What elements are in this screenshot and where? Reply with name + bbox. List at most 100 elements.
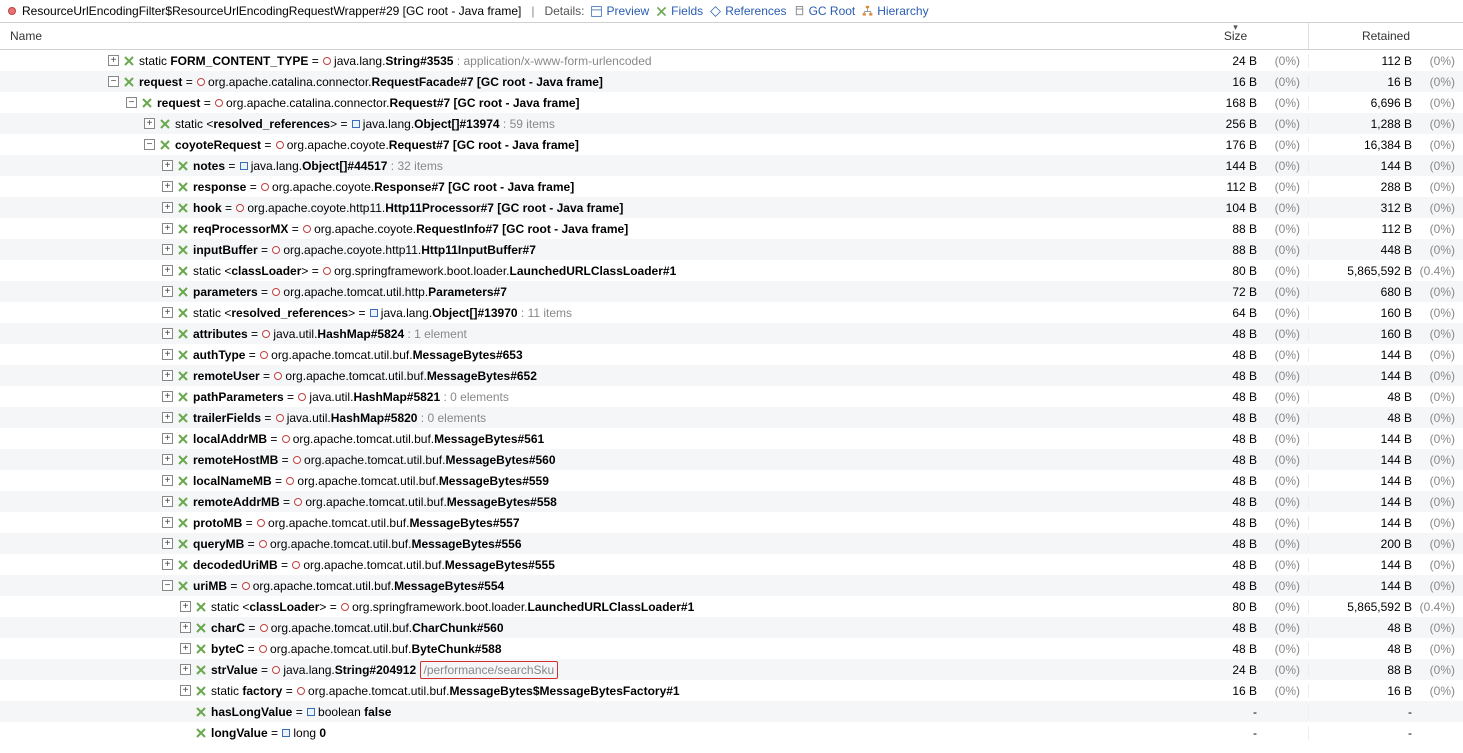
collapse-icon[interactable]: −	[162, 580, 173, 591]
tree-row[interactable]: +charC = org.apache.tomcat.util.buf.Char…	[0, 617, 1463, 638]
expand-icon[interactable]: +	[180, 664, 191, 675]
tree-row[interactable]: +parameters = org.apache.tomcat.util.htt…	[0, 281, 1463, 302]
tree-row[interactable]: +localNameMB = org.apache.tomcat.util.bu…	[0, 470, 1463, 491]
tree-row[interactable]: +queryMB = org.apache.tomcat.util.buf.Me…	[0, 533, 1463, 554]
expand-icon[interactable]: +	[162, 202, 173, 213]
tree-row[interactable]: +remoteAddrMB = org.apache.tomcat.util.b…	[0, 491, 1463, 512]
col-size[interactable]: ▾Size	[1163, 23, 1308, 49]
expand-icon[interactable]: +	[162, 160, 173, 171]
tree-row[interactable]: longValue = long 0--	[0, 722, 1463, 743]
size-value: 112 B	[1163, 180, 1263, 194]
tree-row[interactable]: +static FORM_CONTENT_TYPE = java.lang.St…	[0, 50, 1463, 71]
tree-row[interactable]: +attributes = java.util.HashMap#5824 : 1…	[0, 323, 1463, 344]
size-value: 64 B	[1163, 306, 1263, 320]
gcroot-button[interactable]: GC Root	[793, 4, 856, 18]
expand-icon[interactable]: +	[162, 328, 173, 339]
field-icon	[195, 601, 207, 613]
size-value: 48 B	[1163, 369, 1263, 383]
node-label: static <classLoader> = org.springframewo…	[211, 600, 694, 614]
size-value: 48 B	[1163, 537, 1263, 551]
tree-row[interactable]: +trailerFields = java.util.HashMap#5820 …	[0, 407, 1463, 428]
tree-row[interactable]: +pathParameters = java.util.HashMap#5821…	[0, 386, 1463, 407]
references-button[interactable]: References	[709, 4, 786, 18]
tree-row[interactable]: +notes = java.lang.Object[]#44517 : 32 i…	[0, 155, 1463, 176]
expand-icon[interactable]: +	[162, 496, 173, 507]
expand-icon[interactable]: +	[180, 601, 191, 612]
expand-icon[interactable]: +	[162, 349, 173, 360]
field-icon	[195, 664, 207, 676]
tree-row[interactable]: +static factory = org.apache.tomcat.util…	[0, 680, 1463, 701]
retained-pct: (0%)	[1418, 285, 1463, 299]
tree-row[interactable]: +localAddrMB = org.apache.tomcat.util.bu…	[0, 428, 1463, 449]
expand-icon[interactable]: +	[108, 55, 119, 66]
expand-icon[interactable]: +	[144, 118, 155, 129]
collapse-icon[interactable]: −	[144, 139, 155, 150]
size-pct: (0%)	[1263, 684, 1308, 698]
collapse-icon[interactable]: −	[126, 97, 137, 108]
retained-value: 144 B	[1308, 453, 1418, 467]
expand-icon[interactable]: +	[162, 517, 173, 528]
tree-row[interactable]: +hook = org.apache.coyote.http11.Http11P…	[0, 197, 1463, 218]
field-icon	[177, 475, 189, 487]
tree-row[interactable]: +decodedUriMB = org.apache.tomcat.util.b…	[0, 554, 1463, 575]
hierarchy-button[interactable]: Hierarchy	[861, 4, 928, 18]
tree-row[interactable]: +response = org.apache.coyote.Response#7…	[0, 176, 1463, 197]
size-value: 48 B	[1163, 558, 1263, 572]
tree-row[interactable]: − request = org.apache.catalina.connector…	[0, 71, 1463, 92]
collapse-icon[interactable]: −	[108, 76, 119, 87]
retained-pct: (0%)	[1418, 75, 1463, 89]
tree-row[interactable]: +reqProcessorMX = org.apache.coyote.Requ…	[0, 218, 1463, 239]
size-pct: (0%)	[1263, 600, 1308, 614]
tree-row[interactable]: +static <resolved_references> = java.lan…	[0, 113, 1463, 134]
expand-icon[interactable]: +	[162, 370, 173, 381]
tree-row[interactable]: + static <classLoader> = org.springframew…	[0, 596, 1463, 617]
retained-value: 112 B	[1308, 222, 1418, 236]
expand-icon[interactable]: +	[180, 685, 191, 696]
tree-row[interactable]: −uriMB = org.apache.tomcat.util.buf.Mess…	[0, 575, 1463, 596]
expand-icon[interactable]: +	[180, 643, 191, 654]
expand-icon[interactable]: +	[162, 412, 173, 423]
tree-row[interactable]: +authType = org.apache.tomcat.util.buf.M…	[0, 344, 1463, 365]
obj-icon	[8, 7, 16, 15]
expand-icon[interactable]: +	[180, 622, 191, 633]
retained-value: 160 B	[1308, 306, 1418, 320]
expand-icon[interactable]: +	[162, 559, 173, 570]
expand-icon[interactable]: +	[162, 244, 173, 255]
size-value: 168 B	[1163, 96, 1263, 110]
retained-pct: (0.4%)	[1418, 264, 1463, 278]
tree-row[interactable]: −coyoteRequest = org.apache.coyote.Reque…	[0, 134, 1463, 155]
tree-row[interactable]: +remoteUser = org.apache.tomcat.util.buf…	[0, 365, 1463, 386]
tree-row[interactable]: hasLongValue = boolean false--	[0, 701, 1463, 722]
tree-row[interactable]: +strValue = java.lang.String#204912 /per…	[0, 659, 1463, 680]
preview-button[interactable]: Preview	[590, 4, 649, 18]
expand-icon[interactable]: +	[162, 538, 173, 549]
size-value: -	[1163, 726, 1263, 740]
tree-row[interactable]: +inputBuffer = org.apache.coyote.http11.…	[0, 239, 1463, 260]
node-label: request = org.apache.catalina.connector.…	[139, 75, 603, 89]
expand-icon[interactable]: +	[162, 391, 173, 402]
expand-icon[interactable]: +	[162, 307, 173, 318]
tree-row[interactable]: −request = org.apache.catalina.connector…	[0, 92, 1463, 113]
col-name[interactable]: Name	[0, 23, 1163, 49]
size-pct: (0%)	[1263, 180, 1308, 194]
tree-row[interactable]: +remoteHostMB = org.apache.tomcat.util.b…	[0, 449, 1463, 470]
expand-icon[interactable]: +	[162, 265, 173, 276]
tree-row[interactable]: + protoMB = org.apache.tomcat.util.buf.Me…	[0, 512, 1463, 533]
size-pct: (0%)	[1263, 621, 1308, 635]
size-pct: (0%)	[1263, 558, 1308, 572]
node-label: protoMB = org.apache.tomcat.util.buf.Mes…	[193, 516, 520, 530]
expand-icon[interactable]: +	[162, 181, 173, 192]
expand-icon[interactable]: +	[162, 475, 173, 486]
size-value: 104 B	[1163, 201, 1263, 215]
expand-icon[interactable]: +	[162, 286, 173, 297]
fields-button[interactable]: Fields	[655, 4, 703, 18]
node-label: static <resolved_references> = java.lang…	[193, 306, 572, 320]
expand-icon[interactable]: +	[162, 433, 173, 444]
tree-row[interactable]: +byteC = org.apache.tomcat.util.buf.Byte…	[0, 638, 1463, 659]
expand-icon[interactable]: +	[162, 223, 173, 234]
expand-icon[interactable]: +	[162, 454, 173, 465]
col-retained[interactable]: Retained	[1308, 23, 1463, 49]
size-value: 144 B	[1163, 159, 1263, 173]
tree-row[interactable]: +static <classLoader> = org.springframew…	[0, 260, 1463, 281]
tree-row[interactable]: + static <resolved_references> = java.lan…	[0, 302, 1463, 323]
